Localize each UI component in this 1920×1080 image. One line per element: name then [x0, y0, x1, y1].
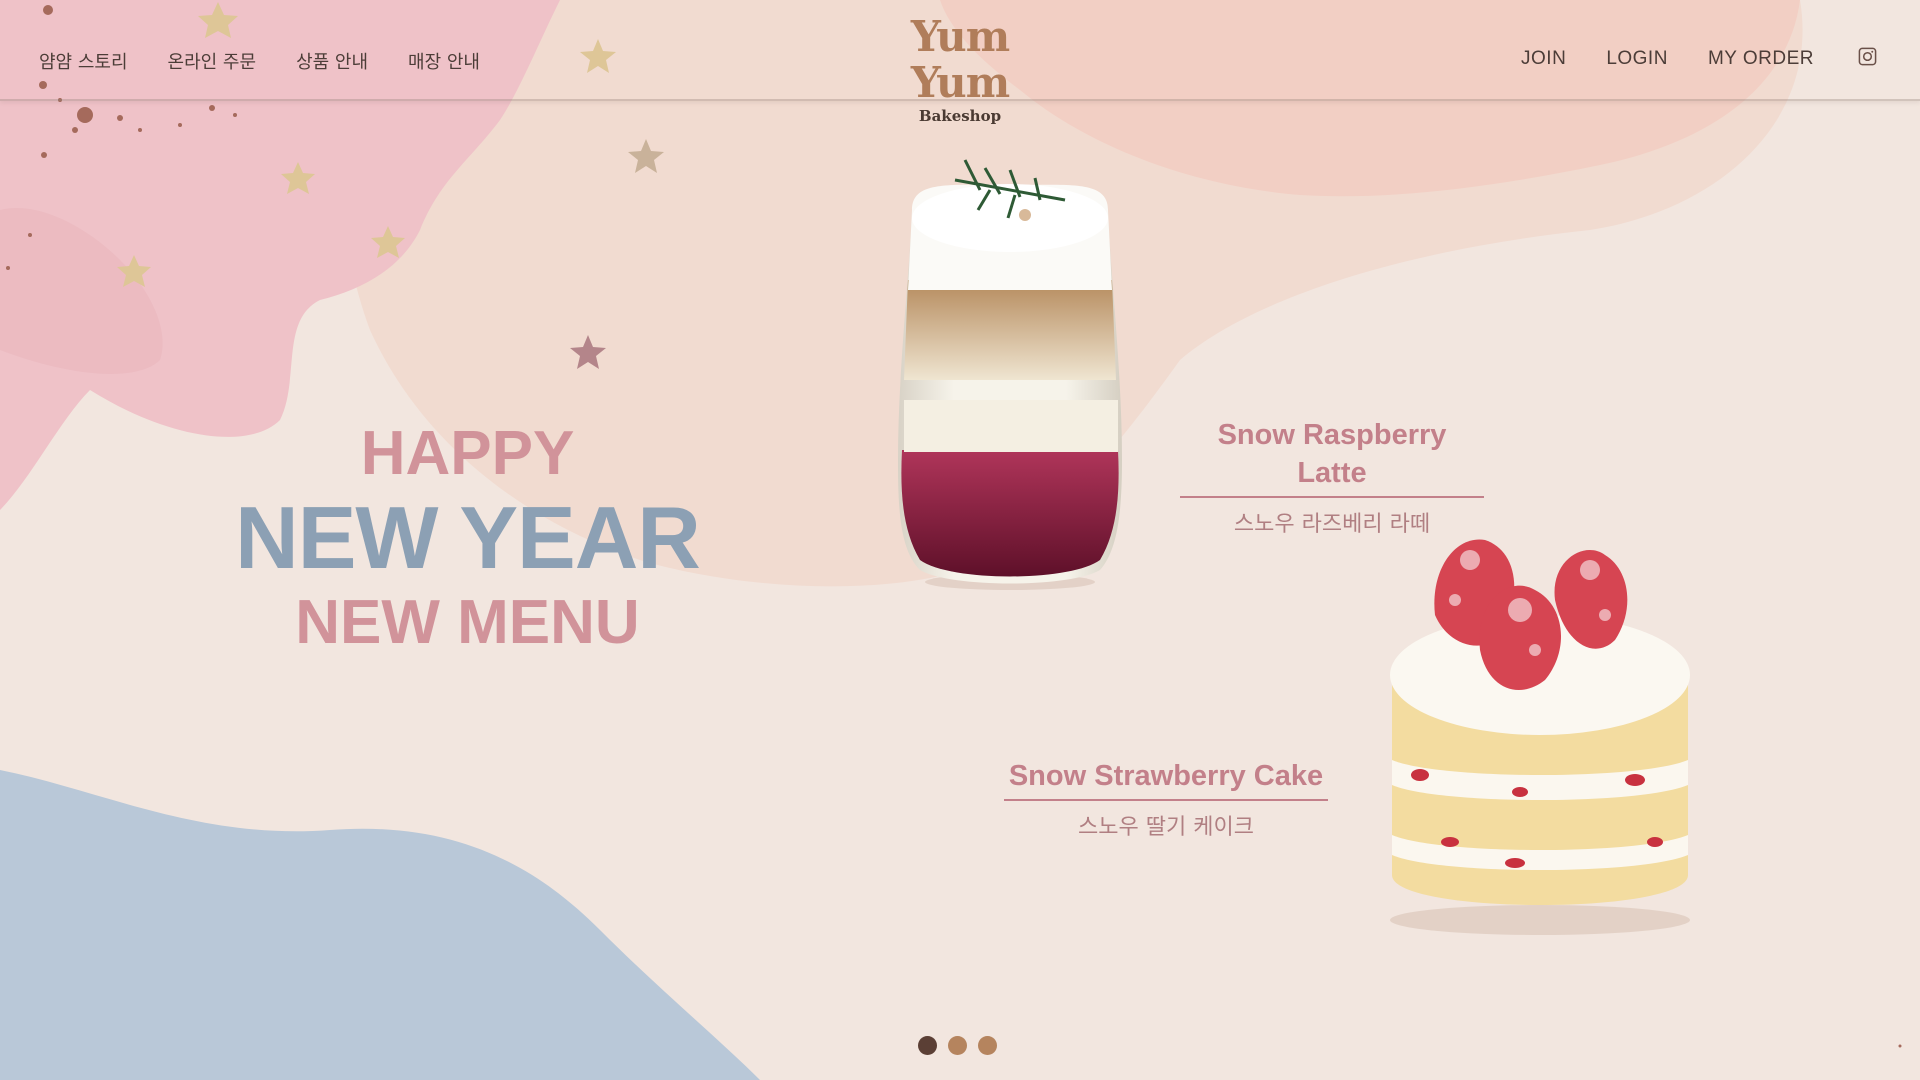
product-label-latte[interactable]: Snow Raspberry Latte 스노우 라즈베리 라떼	[1180, 416, 1484, 540]
slider-dot-3[interactable]	[978, 1036, 997, 1055]
nav-online-order[interactable]: 온라인 주문	[168, 48, 257, 74]
hero-headline: HAPPY NEW YEAR NEW MENU	[230, 418, 705, 660]
product-name-en: Snow Raspberry Latte	[1217, 419, 1447, 489]
strawberry-cake-image[interactable]	[1380, 530, 1700, 940]
logo-subtitle: Bakeshop	[918, 107, 1002, 125]
hero-line-new-menu: NEW MENU	[295, 588, 640, 657]
site-header: 얌얌 스토리 온라인 주문 상품 안내 매장 안내 Yum Yum Bakesh…	[0, 0, 1920, 125]
slider-pagination	[918, 1036, 997, 1055]
join-link[interactable]: JOIN	[1521, 48, 1566, 70]
slider-dot-2[interactable]	[948, 1036, 967, 1055]
product-name-ko: 스노우 딸기 케이크	[1078, 815, 1254, 840]
main-nav: 얌얌 스토리 온라인 주문 상품 안내 매장 안내	[39, 48, 480, 74]
product-name-ko: 스노우 라즈베리 라떼	[1233, 512, 1431, 537]
product-name-en: Snow Strawberry Cake	[1008, 760, 1324, 792]
account-nav: JOIN LOGIN MY ORDER	[1521, 48, 1814, 70]
product-label-cake[interactable]: Snow Strawberry Cake 스노우 딸기 케이크	[1004, 757, 1328, 843]
my-order-link[interactable]: MY ORDER	[1708, 48, 1814, 70]
product-divider	[1004, 799, 1328, 801]
nav-store-info[interactable]: 매장 안내	[408, 48, 480, 74]
slider-dot-1[interactable]	[918, 1036, 937, 1055]
product-divider	[1180, 496, 1484, 498]
logo-title: Yum Yum	[910, 12, 1010, 107]
instagram-icon[interactable]	[1858, 47, 1877, 66]
raspberry-latte-image[interactable]	[890, 150, 1130, 590]
nav-yumyum-story[interactable]: 얌얌 스토리	[39, 48, 128, 74]
nav-product-info[interactable]: 상품 안내	[296, 48, 368, 74]
hero-line-happy: HAPPY	[360, 419, 575, 488]
login-link[interactable]: LOGIN	[1606, 48, 1668, 70]
site-logo[interactable]: Yum Yum Bakeshop	[855, 12, 1065, 126]
hero-line-new-year: NEW YEAR	[235, 488, 701, 587]
